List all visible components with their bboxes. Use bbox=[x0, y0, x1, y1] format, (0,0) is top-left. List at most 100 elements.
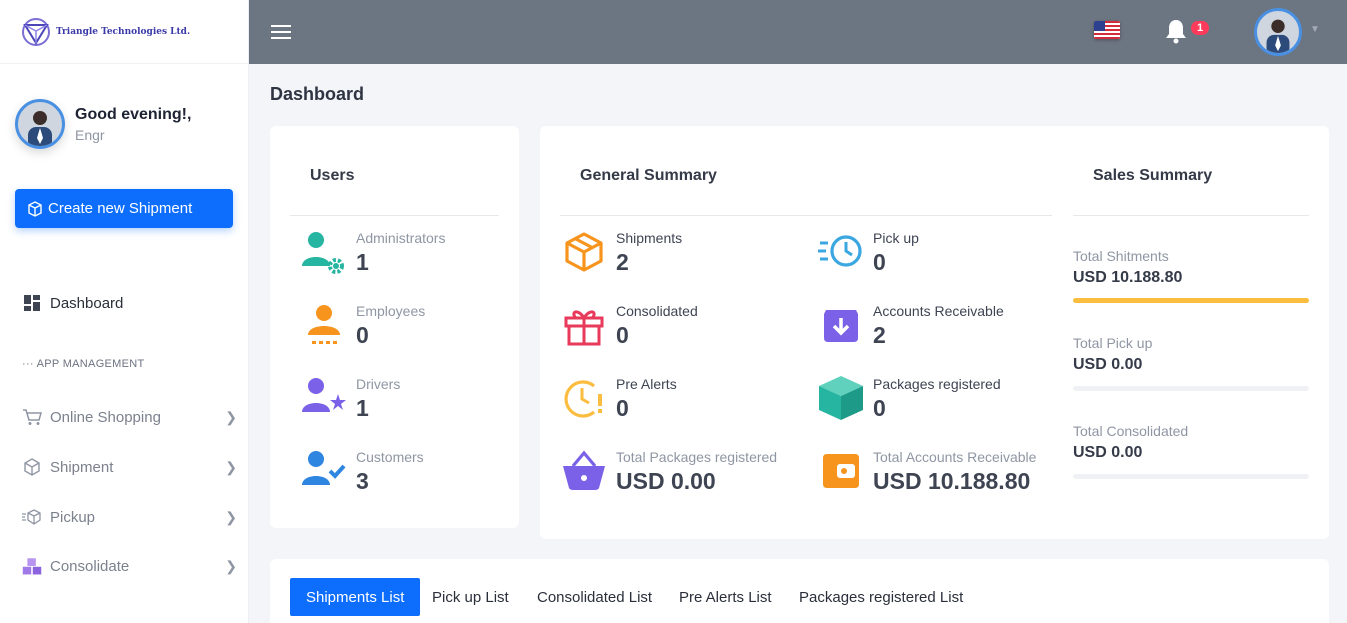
stat-label: Administrators bbox=[356, 230, 446, 246]
tab-packages-registered-list[interactable]: Packages registered List bbox=[783, 578, 979, 616]
stat-administrators[interactable]: Administrators 1 bbox=[300, 228, 445, 276]
sales-value: USD 0.00 bbox=[1073, 444, 1143, 461]
employee-icon bbox=[300, 301, 348, 349]
stat-label: Accounts Receivable bbox=[873, 303, 1004, 319]
us-flag-icon[interactable] bbox=[1094, 21, 1120, 39]
box-icon bbox=[22, 457, 42, 477]
sidebar: Triangle Technologies Ltd. Good evening!… bbox=[0, 0, 249, 623]
brand[interactable]: Triangle Technologies Ltd. bbox=[0, 0, 248, 64]
greeting: Good evening!, bbox=[75, 105, 192, 123]
stat-label: Total Packages registered bbox=[616, 449, 778, 465]
notification-badge: 1 bbox=[1191, 21, 1210, 35]
summary-card: General Summary Shipments 2 Pick up 0 Cons… bbox=[540, 126, 1329, 539]
divider bbox=[290, 215, 499, 216]
stat-label: Packages registered bbox=[873, 376, 1001, 392]
wallet-icon bbox=[817, 447, 865, 495]
users-title: Users bbox=[310, 167, 355, 184]
sales-summary-title: Sales Summary bbox=[1093, 167, 1213, 184]
sidebar-item-label: Online Shopping bbox=[50, 408, 161, 426]
clock-alert-icon bbox=[560, 374, 608, 422]
sidebar-item-shipment[interactable]: Shipment ❯ bbox=[22, 457, 237, 477]
stat-label: Total Accounts Receivable bbox=[873, 449, 1037, 465]
user-profile: Good evening!, Engr bbox=[15, 99, 191, 149]
bell-icon[interactable] bbox=[1164, 18, 1188, 49]
basket-icon bbox=[560, 447, 608, 495]
avatar[interactable] bbox=[1254, 8, 1302, 56]
sidebar-item-label: Shipment bbox=[50, 458, 114, 476]
sidebar-item-online-shopping[interactable]: Online Shopping ❯ bbox=[22, 407, 237, 427]
sidebar-item-dashboard[interactable]: Dashboard bbox=[22, 293, 237, 313]
sales-value: USD 0.00 bbox=[1073, 356, 1143, 373]
users-card: Users Administrators 1 Employees 0 Drivers… bbox=[270, 126, 519, 528]
sidebar-item-pickup[interactable]: Pickup ❯ bbox=[22, 507, 237, 527]
progress-bar bbox=[1073, 298, 1309, 303]
sales-label: Total Consolidated bbox=[1073, 423, 1189, 439]
package-3d-icon bbox=[817, 374, 865, 422]
progress-bar bbox=[1073, 386, 1309, 391]
stat-total-packages-registered[interactable]: Total Packages registered USD 0.00 bbox=[560, 447, 777, 495]
avatar[interactable] bbox=[15, 99, 65, 149]
box-icon bbox=[28, 200, 42, 217]
stat-employees[interactable]: Employees 0 bbox=[300, 301, 425, 349]
create-shipment-label: Create new Shipment bbox=[48, 200, 193, 217]
stat-value: 2 bbox=[873, 322, 886, 348]
user-star-icon bbox=[300, 374, 348, 422]
chevron-right-icon: ❯ bbox=[225, 557, 237, 574]
divider bbox=[1073, 215, 1309, 216]
stat-value: 0 bbox=[616, 322, 629, 348]
sales-label: Total Shitments bbox=[1073, 248, 1169, 264]
stat-value: 2 bbox=[616, 249, 629, 275]
box-icon bbox=[560, 228, 608, 276]
sales-value: USD 10.188.80 bbox=[1073, 269, 1183, 286]
tab-shipments-list[interactable]: Shipments List bbox=[290, 578, 421, 616]
clock-fast-icon bbox=[817, 228, 865, 276]
brand-name: Triangle Technologies Ltd. bbox=[56, 26, 191, 37]
stat-label: Employees bbox=[356, 303, 426, 319]
user-role: Engr bbox=[75, 126, 105, 143]
stat-label: Consolidated bbox=[616, 303, 698, 319]
topbar: 1 ▼ bbox=[249, 0, 1347, 64]
stat-label: Customers bbox=[356, 449, 424, 465]
receive-box-icon bbox=[817, 301, 865, 349]
user-gear-icon bbox=[300, 228, 348, 276]
page-title: Dashboard bbox=[270, 84, 365, 104]
stat-pick-up[interactable]: Pick up 0 bbox=[817, 228, 919, 276]
chevron-right-icon: ❯ bbox=[225, 408, 237, 425]
gift-icon bbox=[560, 301, 608, 349]
chevron-right-icon: ❯ bbox=[225, 458, 237, 475]
stat-accounts-receivable[interactable]: Accounts Receivable 2 bbox=[817, 301, 1004, 349]
stat-value: 1 bbox=[356, 249, 369, 275]
progress-bar bbox=[1073, 474, 1309, 479]
stat-shipments[interactable]: Shipments 2 bbox=[560, 228, 682, 276]
stat-value: 0 bbox=[616, 395, 629, 421]
stat-total-accounts-receivable[interactable]: Total Accounts Receivable USD 10.188.80 bbox=[817, 447, 1036, 495]
stat-value: 0 bbox=[356, 322, 369, 348]
stat-drivers[interactable]: Drivers 1 bbox=[300, 374, 400, 422]
triangle-logo-icon bbox=[22, 17, 50, 46]
stat-label: Pick up bbox=[873, 230, 919, 246]
divider bbox=[560, 215, 1052, 216]
stat-label: Pre Alerts bbox=[616, 376, 677, 392]
tab-pick-up-list[interactable]: Pick up List bbox=[416, 578, 525, 616]
tab-pre-alerts-list[interactable]: Pre Alerts List bbox=[663, 578, 788, 616]
chevron-down-icon[interactable]: ▼ bbox=[1310, 24, 1320, 35]
tab-consolidated-list[interactable]: Consolidated List bbox=[521, 578, 668, 616]
dashboard-icon bbox=[22, 293, 42, 313]
stat-value: USD 10.188.80 bbox=[873, 468, 1031, 494]
stacked-boxes-icon bbox=[22, 556, 42, 576]
stat-value: 1 bbox=[356, 395, 369, 421]
section-label: ··· APP MANAGEMENT bbox=[22, 358, 145, 370]
sales-label: Total Pick up bbox=[1073, 335, 1153, 351]
sidebar-item-label: Pickup bbox=[50, 508, 96, 526]
stat-pre-alerts[interactable]: Pre Alerts 0 bbox=[560, 374, 677, 422]
menu-toggle-icon[interactable] bbox=[271, 25, 291, 43]
stat-consolidated[interactable]: Consolidated 0 bbox=[560, 301, 698, 349]
sidebar-item-consolidate[interactable]: Consolidate ❯ bbox=[22, 556, 237, 576]
sidebar-item-label: Dashboard bbox=[50, 294, 124, 312]
create-shipment-button[interactable]: Create new Shipment bbox=[15, 189, 233, 228]
sidebar-item-label: Consolidate bbox=[50, 557, 130, 575]
stat-packages-registered[interactable]: Packages registered 0 bbox=[817, 374, 1001, 422]
stat-customers[interactable]: Customers 3 bbox=[300, 447, 424, 495]
fast-box-icon bbox=[22, 507, 42, 527]
general-summary-title: General Summary bbox=[580, 167, 717, 184]
